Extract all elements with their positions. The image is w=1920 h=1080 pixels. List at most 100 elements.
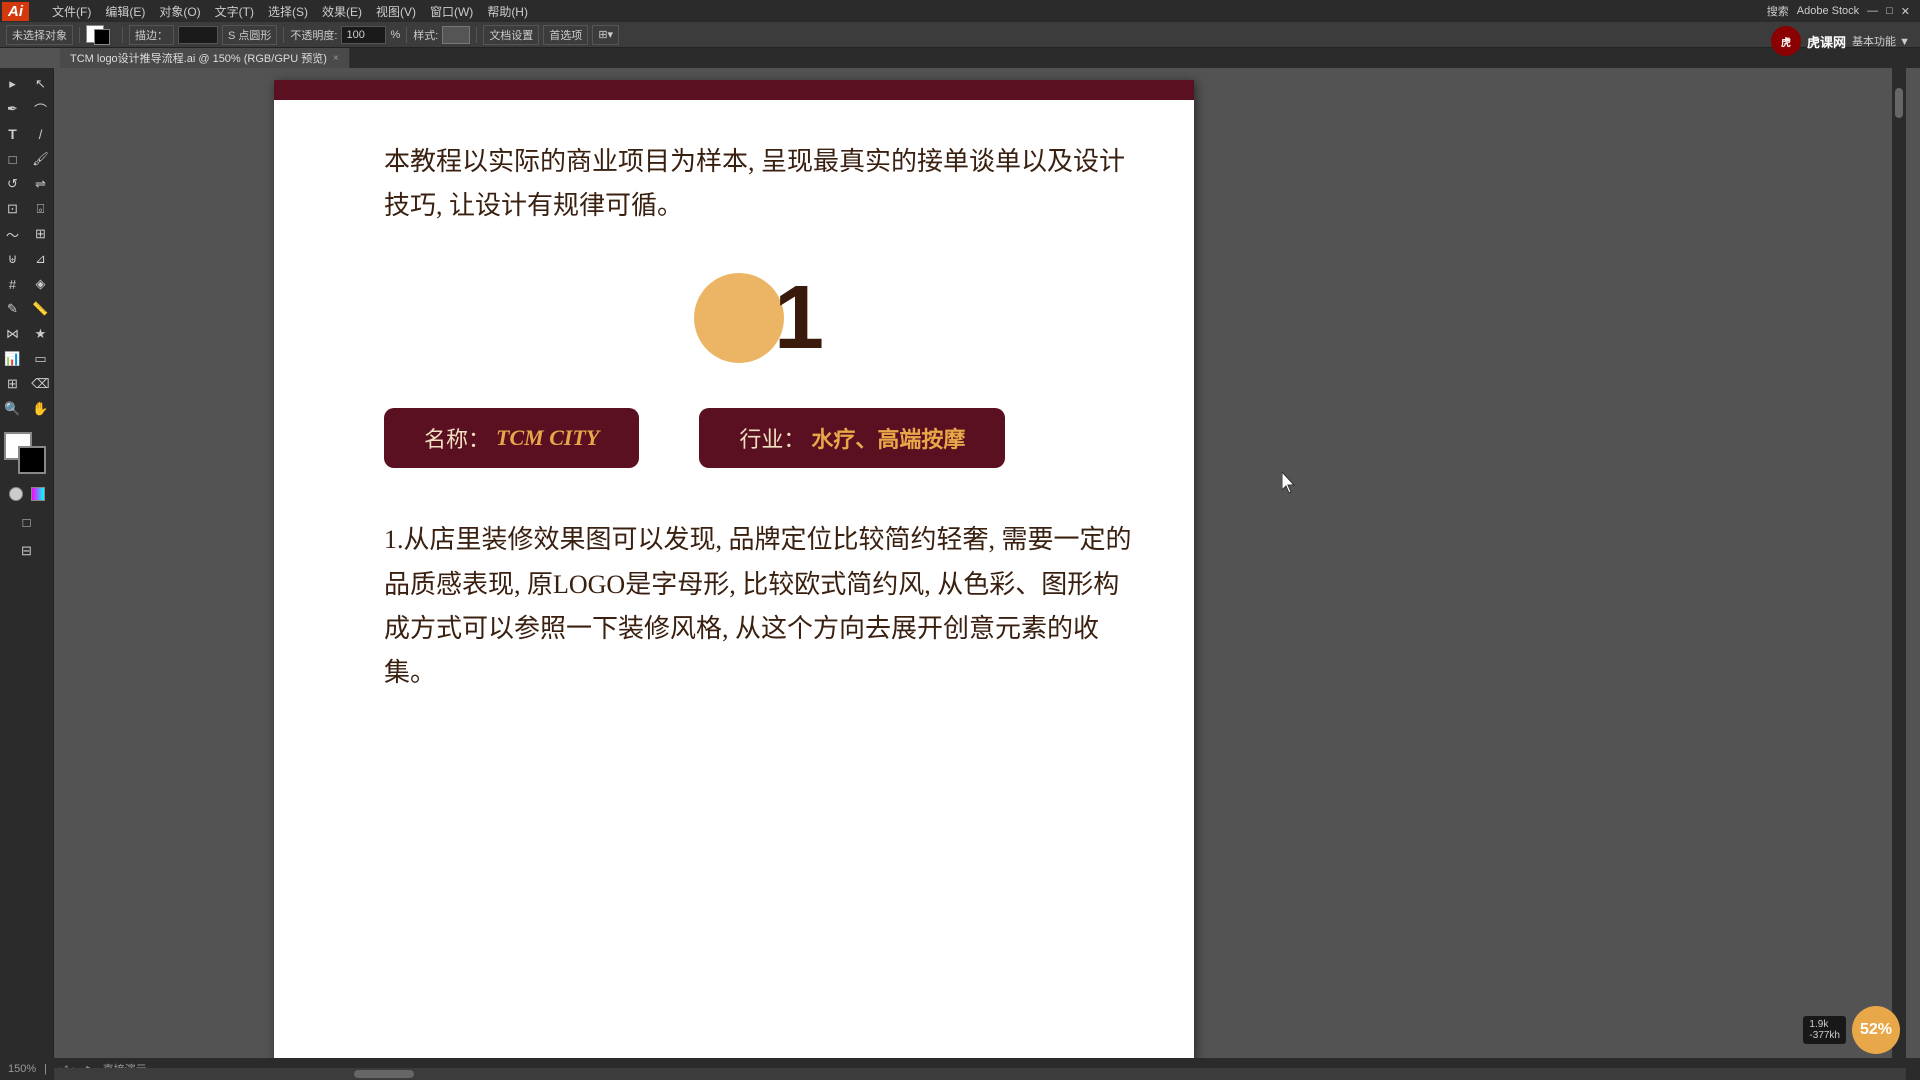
warp-tool[interactable]: 〜 [0, 222, 26, 246]
shear-tool[interactable]: ⌻ [28, 197, 54, 221]
bottom-right-indicator: 1.9k -377kh 52% [1803, 1006, 1900, 1054]
tool-row-3: T / [0, 122, 54, 146]
select-tool-btn[interactable]: 未选择对象 [6, 25, 73, 45]
hand-tool[interactable]: ✋ [28, 397, 54, 421]
number-badge-container: 1 [384, 268, 1134, 368]
artboard-tool[interactable]: ▭ [28, 347, 54, 371]
info-badges: 名称： TCM CITY 行业： 水疗、高端按摩 [384, 408, 1134, 468]
preferences-btn[interactable]: 首选项 [543, 25, 588, 45]
pen-tool[interactable]: ✒ [0, 97, 26, 121]
shape-builder-tool[interactable]: ⊎ [0, 247, 26, 271]
align-btn[interactable]: ⊞▾ [592, 25, 619, 45]
normal-mode-icon[interactable]: □ [14, 510, 40, 534]
percent-symbol: % [390, 29, 400, 41]
blend-tool[interactable]: ⋈ [0, 322, 26, 346]
tool-row-6: ⊡ ⌻ [0, 197, 54, 221]
tool-row-9: # ◈ [0, 272, 54, 296]
menu-object[interactable]: 对象(O) [153, 1, 206, 22]
mesh-tool[interactable]: # [0, 272, 26, 296]
line-tool[interactable]: / [28, 122, 54, 146]
zoom-level[interactable]: 150% [8, 1063, 36, 1075]
user-icon[interactable]: 搜索 [1767, 3, 1789, 19]
tab-bar: TCM logo设计推导流程.ai @ 150% (RGB/GPU 预览) × [60, 48, 1920, 68]
reset-colors-icon[interactable] [9, 487, 23, 501]
shape-select[interactable]: S 点圆形 [222, 25, 277, 45]
swatch-mini-icons [9, 487, 45, 501]
direct-selection-tool[interactable]: ↖ [28, 72, 54, 96]
intro-text: 本教程以实际的商业项目为样本, 呈现最真实的接单谈单以及设计技巧, 让设计有规律… [384, 140, 1134, 228]
scroll-thumb-right[interactable] [1895, 88, 1903, 118]
main-toolbar: 未选择对象 描边： S 点圆形 不透明度: % 样式: 文档设置 首选项 ⊞▾ [0, 22, 1920, 48]
artboard-top-bar [274, 80, 1194, 100]
eyedropper-tool[interactable]: ✎ [0, 297, 26, 321]
name-label: 名称： [424, 422, 490, 454]
tool-row-1: ▸ ↖ [0, 72, 54, 96]
logo-icon-text: 虎 [1781, 34, 1791, 49]
tab-close-btn[interactable]: × [333, 53, 339, 64]
site-name: 虎课网 [1807, 32, 1846, 51]
column-graph-tool[interactable]: 📊 [0, 347, 26, 371]
doc-settings-btn[interactable]: 文档设置 [483, 25, 539, 45]
name-value: TCM CITY [496, 425, 599, 451]
coords-x: 1.9k [1809, 1019, 1840, 1030]
minimize-icon[interactable]: — [1867, 5, 1878, 17]
paint-brush-tool[interactable]: 🖌 [28, 147, 54, 171]
slice-tool[interactable]: ⊞ [0, 372, 26, 396]
stroke-input[interactable] [178, 26, 218, 44]
menu-effect[interactable]: 效果(E) [316, 1, 368, 22]
stroke-btn[interactable]: 描边： [129, 25, 174, 45]
badge-circle [694, 273, 784, 363]
app-title: Ai [2, 2, 29, 21]
reflect-tool[interactable]: ⇌ [28, 172, 54, 196]
scale-tool[interactable]: ⊡ [0, 197, 26, 221]
free-transform-tool[interactable]: ⊞ [28, 222, 54, 246]
rotate-tool[interactable]: ↺ [0, 172, 26, 196]
curvature-tool[interactable]: ⌒ [28, 97, 54, 121]
tool-row-10: ✎ 📏 [0, 297, 54, 321]
industry-badge: 行业： 水疗、高端按摩 [699, 408, 1005, 468]
zoom-tool[interactable]: 🔍 [0, 397, 26, 421]
industry-label: 行业： [739, 422, 805, 454]
sep5 [476, 27, 477, 43]
swap-colors-icon[interactable] [31, 487, 45, 501]
menu-text[interactable]: 文字(T) [209, 1, 260, 22]
maximize-icon[interactable]: □ [1886, 5, 1893, 17]
menu-edit[interactable]: 编辑(E) [99, 1, 151, 22]
document-tab[interactable]: TCM logo设计推导流程.ai @ 150% (RGB/GPU 预览) × [60, 48, 350, 68]
menu-select[interactable]: 选择(S) [262, 1, 314, 22]
symbol-tool[interactable]: ★ [28, 322, 54, 346]
background-swatch[interactable] [18, 446, 46, 474]
menu-file[interactable]: 文件(F) [46, 1, 97, 22]
name-badge: 名称： TCM CITY [384, 408, 639, 468]
style-preview[interactable] [442, 26, 470, 44]
menu-help[interactable]: 帮助(H) [481, 1, 534, 22]
gradient-tool[interactable]: ◈ [28, 272, 54, 296]
rectangle-tool[interactable]: □ [0, 147, 26, 171]
tool-row-4: □ 🖌 [0, 147, 54, 171]
type-tool[interactable]: T [0, 122, 26, 146]
perspective-tool[interactable]: ⊿ [28, 247, 54, 271]
close-icon[interactable]: ✕ [1901, 5, 1910, 18]
menu-view[interactable]: 视图(V) [370, 1, 422, 22]
scrollbar-bottom[interactable] [54, 1068, 1906, 1080]
percent-value: 52% [1860, 1021, 1892, 1039]
artboard: 本教程以实际的商业项目为样本, 呈现最真实的接单谈单以及设计技巧, 让设计有规律… [274, 80, 1194, 1058]
tool-row-12: 📊 ▭ [0, 347, 54, 371]
adobe-stock-link[interactable]: Adobe Stock [1797, 5, 1859, 17]
workspace-selector[interactable]: 基本功能 ▼ [1852, 33, 1910, 49]
coords-y: -377kh [1809, 1030, 1840, 1041]
opacity-input[interactable] [341, 26, 386, 44]
industry-value: 水疗、高端按摩 [811, 422, 965, 454]
tool-row-14: 🔍 ✋ [0, 397, 54, 421]
scroll-thumb-bottom[interactable] [354, 1070, 414, 1078]
place-image-icon[interactable]: ⊟ [14, 539, 40, 563]
opacity-label: 不透明度: [290, 27, 337, 43]
scrollbar-right[interactable] [1892, 68, 1906, 1058]
menu-bar: Ai 文件(F) 编辑(E) 对象(O) 文字(T) 选择(S) 效果(E) 视… [0, 0, 1920, 22]
menu-window[interactable]: 窗口(W) [424, 1, 479, 22]
eraser-tool[interactable]: ⌫ [28, 372, 54, 396]
selection-tool[interactable]: ▸ [0, 72, 26, 96]
tool-row-5: ↺ ⇌ [0, 172, 54, 196]
stroke-color[interactable] [94, 29, 110, 45]
measure-tool[interactable]: 📏 [28, 297, 54, 321]
